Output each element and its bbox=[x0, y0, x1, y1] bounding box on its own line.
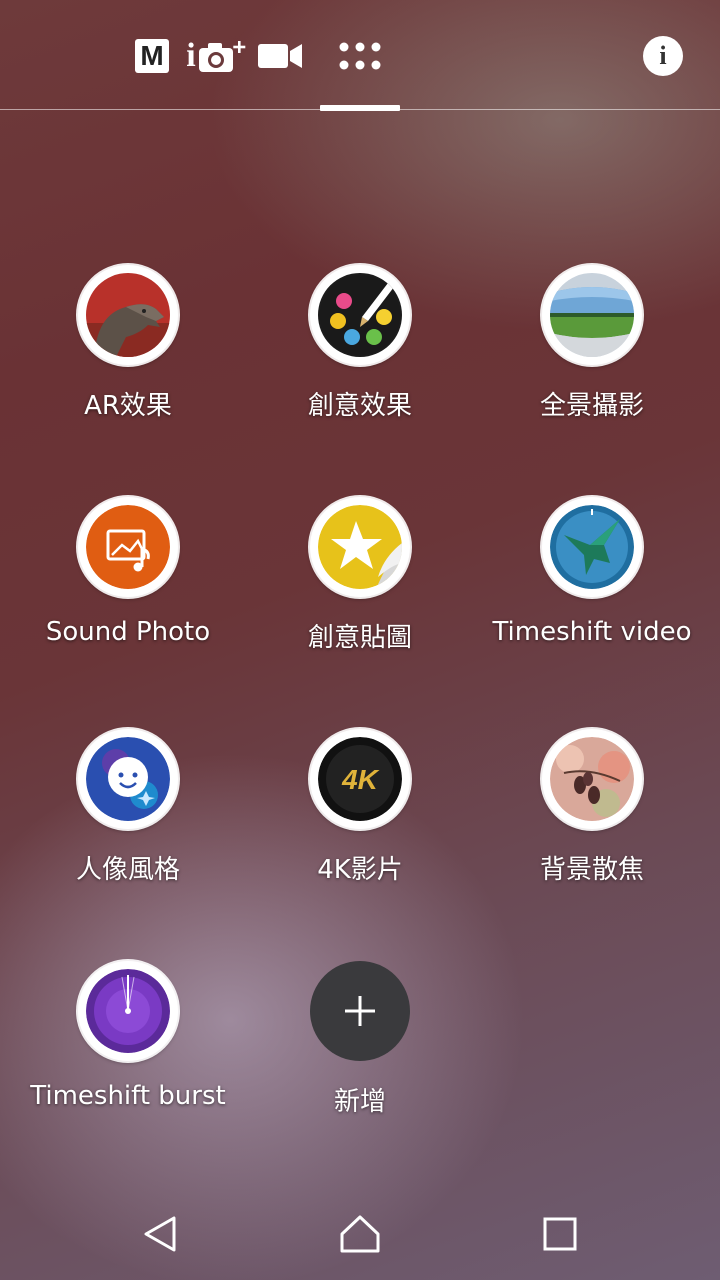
manual-mode-icon[interactable]: M bbox=[134, 38, 170, 74]
app-timeshift-burst[interactable]: Timeshift burst bbox=[18, 961, 238, 1161]
4k-text: 4K bbox=[341, 764, 380, 795]
app-sticker-creator[interactable]: 創意貼圖 bbox=[250, 497, 470, 697]
app-label: 4K影片 bbox=[317, 855, 403, 885]
4k-video-badge: 4K bbox=[310, 729, 410, 829]
portrait-style-badge bbox=[78, 729, 178, 829]
info-icon: i bbox=[643, 36, 683, 76]
back-icon[interactable] bbox=[138, 1212, 182, 1256]
info-letter: i bbox=[659, 41, 667, 70]
camera-apps-grid-icon[interactable] bbox=[338, 38, 382, 74]
ar-effect-dinosaur-icon bbox=[86, 273, 170, 357]
app-4k-video[interactable]: 4K 4K影片 bbox=[250, 729, 470, 929]
4k-video-icon: 4K bbox=[318, 737, 402, 821]
timeshift-video-badge bbox=[542, 497, 642, 597]
app-label: 創意效果 bbox=[307, 391, 412, 421]
app-label: 背景散焦 bbox=[539, 855, 644, 885]
manual-mode-letter: M bbox=[140, 40, 164, 71]
portrait-style-face-icon bbox=[86, 737, 170, 821]
topbar-divider bbox=[0, 109, 720, 110]
app-ar-effect[interactable]: AR效果 bbox=[18, 265, 238, 465]
superior-auto-letter: i bbox=[186, 37, 196, 74]
panorama-landscape-icon bbox=[550, 273, 634, 357]
system-navigation-bar bbox=[0, 1190, 720, 1280]
app-background-defocus[interactable]: 背景散焦 bbox=[482, 729, 702, 929]
timeshift-burst-badge bbox=[78, 961, 178, 1061]
camera-plus-icon bbox=[198, 41, 246, 72]
sound-photo-badge bbox=[78, 497, 178, 597]
info-button[interactable]: i bbox=[642, 35, 684, 77]
app-panorama[interactable]: 全景攝影 bbox=[482, 265, 702, 465]
app-label: Timeshift video bbox=[492, 617, 692, 647]
superior-auto-icon[interactable]: i bbox=[184, 37, 250, 74]
home-icon[interactable] bbox=[338, 1212, 382, 1256]
creative-effect-palette-icon bbox=[318, 273, 402, 357]
app-label: Sound Photo bbox=[45, 617, 211, 647]
app-label: 創意貼圖 bbox=[307, 623, 412, 653]
mode-bar: M i i bbox=[0, 0, 720, 111]
timeshift-video-hummingbird-icon bbox=[550, 505, 634, 589]
app-label: AR效果 bbox=[84, 391, 172, 421]
timeshift-burst-icon bbox=[86, 969, 170, 1053]
add-circle bbox=[310, 961, 410, 1061]
add-label: 新增 bbox=[333, 1087, 386, 1117]
add-app-button[interactable]: 新增 bbox=[250, 961, 470, 1161]
app-sound-photo[interactable]: Sound Photo bbox=[18, 497, 238, 697]
panorama-badge bbox=[542, 265, 642, 365]
video-camera-icon[interactable] bbox=[256, 38, 304, 74]
app-timeshift-video[interactable]: Timeshift video bbox=[482, 497, 702, 697]
app-portrait-style[interactable]: 人像風格 bbox=[18, 729, 238, 929]
recents-icon[interactable] bbox=[538, 1212, 582, 1256]
creative-effect-badge bbox=[310, 265, 410, 365]
ar-effect-badge bbox=[78, 265, 178, 365]
sticker-creator-star-icon bbox=[318, 505, 402, 589]
app-label: Timeshift burst bbox=[30, 1081, 226, 1111]
background-defocus-badge bbox=[542, 729, 642, 829]
app-label: 全景攝影 bbox=[539, 391, 644, 421]
app-label: 人像風格 bbox=[75, 855, 180, 885]
active-tab-indicator bbox=[320, 105, 400, 111]
sound-photo-icon bbox=[86, 505, 170, 589]
app-creative-effect[interactable]: 創意效果 bbox=[250, 265, 470, 465]
sticker-creator-badge bbox=[310, 497, 410, 597]
background-defocus-icon bbox=[550, 737, 634, 821]
plus-icon bbox=[345, 996, 375, 1026]
